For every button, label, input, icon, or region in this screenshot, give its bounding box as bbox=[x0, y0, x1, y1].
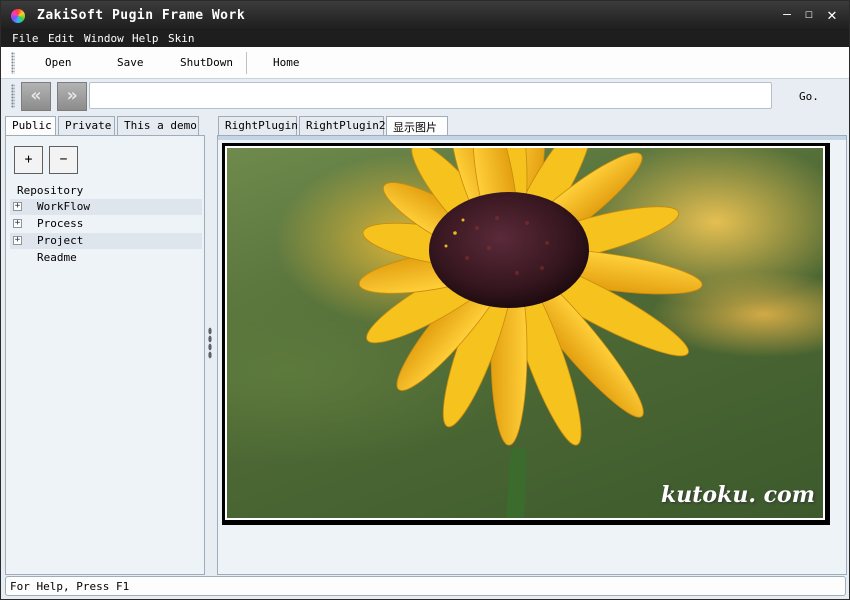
tab-rightplugin[interactable]: RightPlugin bbox=[218, 116, 298, 135]
tree-item-label: WorkFlow bbox=[37, 200, 90, 213]
title-bar[interactable]: ZakiSoft Pugin Frame Work — ☐ ✕ bbox=[1, 1, 849, 31]
menu-edit[interactable]: Edit bbox=[48, 32, 75, 45]
back-button[interactable]: « bbox=[21, 82, 51, 111]
save-button[interactable]: Save bbox=[117, 56, 144, 69]
tab-this-a-demo[interactable]: This a demo bbox=[117, 116, 199, 135]
expand-icon[interactable]: + bbox=[13, 202, 22, 211]
menu-skin[interactable]: Skin bbox=[168, 32, 195, 45]
expand-icon[interactable]: + bbox=[13, 219, 22, 228]
back-arrow-icon: « bbox=[30, 85, 42, 106]
left-pane: + − Repository + WorkFlow + Process + Pr… bbox=[5, 135, 205, 575]
tree-item-label: Project bbox=[37, 234, 84, 247]
tree-item-label: Readme bbox=[37, 251, 77, 264]
tree-root-repository[interactable]: Repository bbox=[17, 184, 83, 197]
tree-item-workflow[interactable]: + WorkFlow bbox=[10, 199, 202, 215]
open-button[interactable]: Open bbox=[45, 56, 72, 69]
flower-illustration bbox=[358, 148, 703, 518]
minimize-button[interactable]: — bbox=[779, 7, 795, 23]
tab-public[interactable]: Public bbox=[5, 116, 56, 136]
close-button[interactable]: ✕ bbox=[824, 7, 840, 23]
expand-icon[interactable]: + bbox=[13, 236, 22, 245]
address-input[interactable] bbox=[89, 82, 772, 109]
menu-bar: File Edit Window Help Skin bbox=[1, 31, 849, 47]
toolbar: Open Save ShutDown Home bbox=[1, 47, 849, 79]
flower-photo: kutoku. com bbox=[225, 146, 825, 520]
pane-header-strip bbox=[218, 136, 846, 140]
app-window: ZakiSoft Pugin Frame Work — ☐ ✕ File Edi… bbox=[0, 0, 850, 600]
splitter-grip-icon[interactable] bbox=[208, 327, 212, 359]
image-watermark: kutoku. com bbox=[661, 482, 815, 508]
toolbar-separator bbox=[246, 52, 247, 74]
tab-private[interactable]: Private bbox=[58, 116, 115, 135]
tree-item-process[interactable]: + Process bbox=[10, 216, 202, 232]
home-button[interactable]: Home bbox=[273, 56, 300, 69]
image-frame: kutoku. com bbox=[222, 143, 830, 525]
tree-item-project[interactable]: + Project bbox=[10, 233, 202, 249]
flower-center bbox=[429, 192, 589, 308]
tree-item-readme[interactable]: Readme bbox=[10, 250, 202, 266]
forward-button[interactable]: » bbox=[57, 82, 87, 111]
add-button[interactable]: + bbox=[14, 146, 43, 174]
remove-button[interactable]: − bbox=[49, 146, 78, 174]
menu-help[interactable]: Help bbox=[132, 32, 159, 45]
address-bar: « » Go. bbox=[1, 79, 849, 113]
maximize-button[interactable]: ☐ bbox=[801, 7, 817, 23]
menu-window[interactable]: Window bbox=[84, 32, 124, 45]
addressbar-grip-icon[interactable] bbox=[11, 84, 15, 108]
window-title: ZakiSoft Pugin Frame Work bbox=[37, 8, 246, 23]
go-button[interactable]: Go. bbox=[799, 90, 819, 103]
tree-item-label: Process bbox=[37, 217, 84, 230]
shutdown-button[interactable]: ShutDown bbox=[180, 56, 233, 69]
menu-file[interactable]: File bbox=[12, 32, 39, 45]
app-logo-icon bbox=[11, 9, 25, 23]
toolbar-grip-icon[interactable] bbox=[11, 52, 15, 74]
tab-show-image[interactable]: 显示图片 bbox=[386, 116, 448, 136]
tab-rightplugin2[interactable]: RightPlugin2 bbox=[299, 116, 385, 135]
right-pane: kutoku. com bbox=[217, 135, 847, 575]
forward-arrow-icon: » bbox=[66, 85, 78, 106]
status-bar: For Help, Press F1 bbox=[5, 576, 846, 596]
